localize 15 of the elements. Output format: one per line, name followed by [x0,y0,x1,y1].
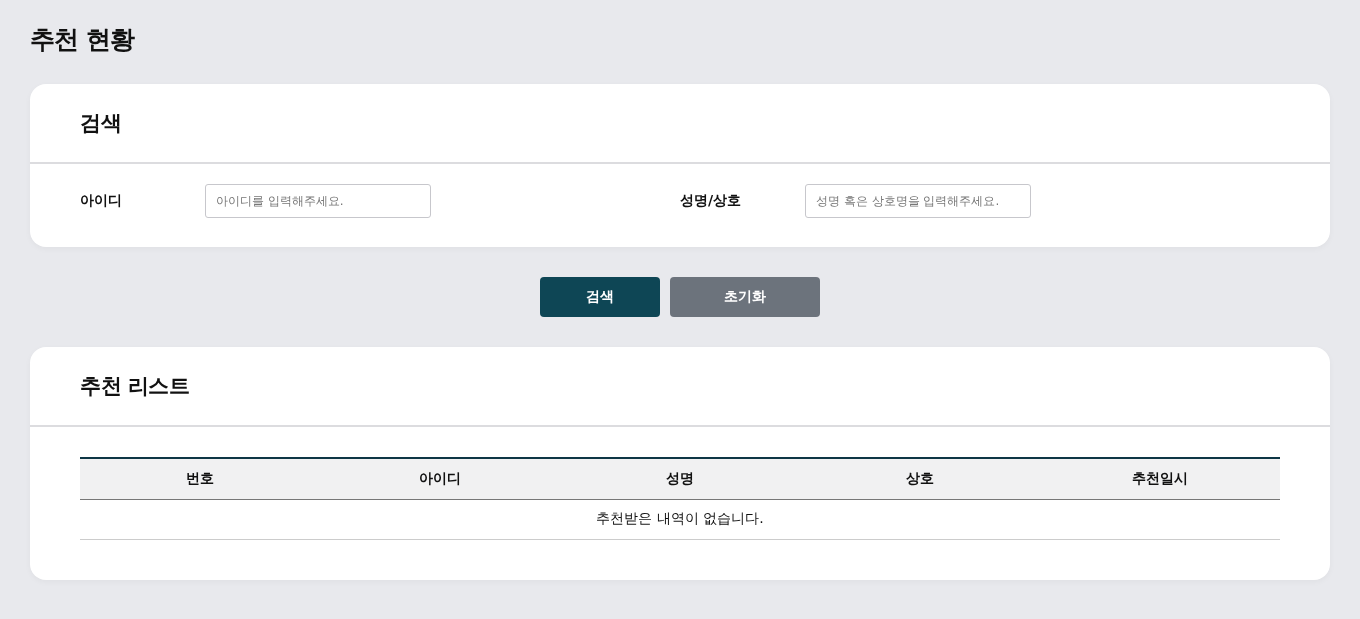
page-title: 추천 현황 [30,24,136,56]
input-field[interactable]: 아이디를 입력해주세요. [205,184,431,218]
field-label: 성명/상호 [680,192,743,210]
column-header: 아이디 [320,458,560,499]
card-title: 검색 [80,110,121,137]
column-header: 상호 [800,458,1040,499]
empty-message: 추천받은 내역이 없습니다. [80,499,1280,539]
input-field[interactable]: 성명 혹은 상호명을 입력해주세요. [805,184,1031,218]
field-label: 아이디 [80,192,123,210]
card-title: 추천 리스트 [80,373,190,400]
column-header: 추천일시 [1040,458,1280,499]
column-header: 성명 [560,458,800,499]
reset-button[interactable]: 초기화 [670,277,820,317]
column-header: 번호 [80,458,320,499]
search-button[interactable]: 검색 [540,277,660,317]
